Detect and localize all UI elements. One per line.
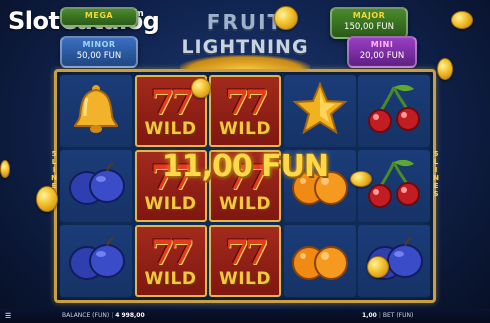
reel-cell-plum — [60, 225, 132, 297]
game-screen: SlotCatalog .com MEGA MINOR 50,00 FUN MA… — [0, 0, 490, 323]
bet-label: BET (FUN) — [382, 312, 414, 319]
wild-label: WILD — [218, 269, 272, 289]
jackpot-mini-value: 20,00 FUN — [359, 51, 405, 61]
jackpot-minor: MINOR 50,00 FUN — [60, 36, 138, 68]
plum-icon — [65, 231, 127, 291]
jackpot-minor-value: 50,00 FUN — [76, 51, 122, 61]
wild-label: WILD — [218, 194, 272, 214]
reel-cell-wild: 77 WILD — [209, 225, 281, 297]
wild-sevens-icon: 77 — [150, 233, 194, 273]
logo-line2: LIGHTNING — [181, 36, 309, 58]
reel-cell-wild: 77 WILD — [209, 75, 281, 147]
coin-icon — [36, 186, 58, 212]
coin-icon — [451, 11, 473, 29]
wild-label: WILD — [144, 269, 197, 289]
jackpot-mini: MINI 20,00 FUN — [347, 36, 417, 68]
coin-icon — [191, 78, 211, 98]
reel-cell-star — [283, 75, 356, 147]
reel-cell-cherry — [358, 75, 430, 147]
plum-icon — [65, 156, 127, 216]
reel-cell-plum — [60, 150, 132, 222]
orange-icon — [289, 231, 351, 291]
star-icon — [291, 80, 349, 142]
wild-sevens-icon: 77 — [225, 83, 268, 123]
jackpot-mini-title: MINI — [370, 40, 394, 49]
watermark-slot: Slot — [8, 7, 60, 35]
balance-value: 4 998,00 — [115, 312, 145, 319]
coin-icon — [437, 58, 453, 80]
coin-icon — [274, 6, 298, 30]
reel-cell-wild: 77 WILD — [134, 225, 207, 297]
jackpot-mega-title: MEGA — [84, 11, 114, 20]
jackpot-major-title: MAJOR — [352, 11, 386, 20]
menu-icon[interactable]: ☰ — [5, 312, 11, 320]
cherry-icon — [364, 79, 424, 143]
coin-icon — [350, 171, 372, 187]
reel-cell-orange — [283, 225, 356, 297]
jackpot-major-value: 150,00 FUN — [344, 22, 394, 32]
wild-sevens-icon: 77 — [225, 233, 268, 273]
bell-icon — [67, 80, 125, 142]
coin-icon — [367, 256, 389, 278]
bet-value: 1,00 — [362, 312, 377, 319]
balance: BALANCE (FUN) | 4 998,00 — [62, 312, 145, 319]
bet[interactable]: 1,00 | BET (FUN) — [362, 312, 413, 319]
win-amount: 11,00 FUN — [161, 149, 329, 184]
wild-label: WILD — [144, 194, 197, 214]
jackpot-major: MAJOR 150,00 FUN — [330, 7, 408, 39]
wild-label: WILD — [218, 119, 272, 139]
coin-icon — [0, 160, 10, 178]
reel-cell-cherry — [358, 150, 430, 222]
balance-label: BALANCE (FUN) — [62, 312, 110, 319]
lines-indicator-right: 5LINES — [433, 150, 439, 198]
wild-sevens-icon: 77 — [150, 83, 194, 123]
wild-label: WILD — [144, 119, 197, 139]
bottom-bar: ☰ BALANCE (FUN) | 4 998,00 1,00 | BET (FUN) — [0, 309, 490, 323]
cherry-icon — [364, 154, 424, 218]
jackpot-mega: MEGA — [60, 7, 138, 27]
reel-cell-bell — [60, 75, 132, 147]
jackpot-minor-title: MINOR — [82, 40, 116, 49]
